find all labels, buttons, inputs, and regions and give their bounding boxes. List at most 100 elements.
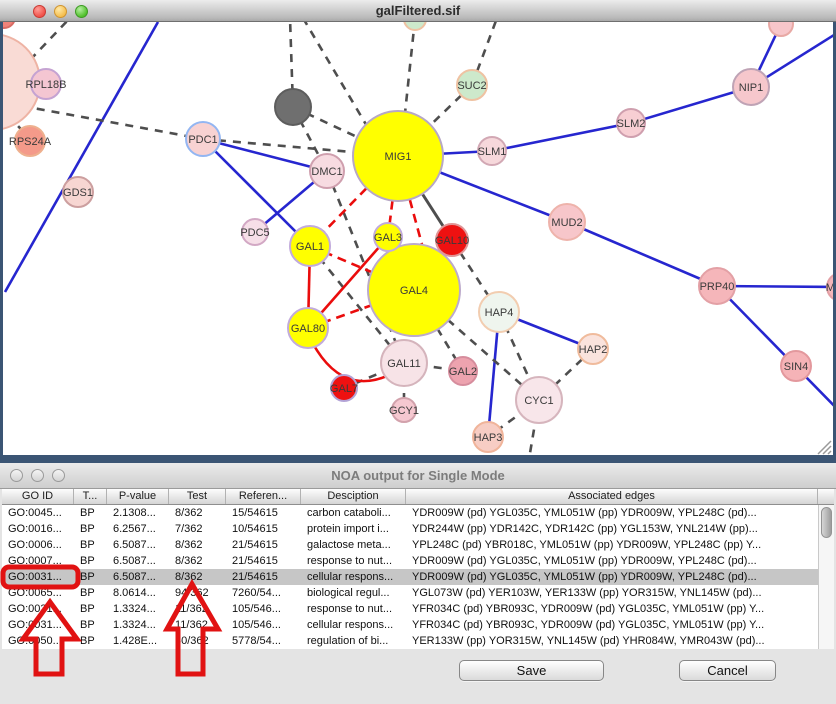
node-label-mud2: MUD2 (551, 217, 582, 229)
table-row[interactable]: GO:0031...BP1.3324...11/362105/546...cel… (2, 617, 834, 633)
table-cell: GO:0007... (2, 553, 74, 569)
noa-window-title: NOA output for Single Mode (0, 463, 836, 489)
table-cell: 6.5087... (107, 569, 169, 585)
table-cell: 1.3324... (107, 601, 169, 617)
node-label-pdc1: PDC1 (188, 134, 217, 146)
column-header-t-[interactable]: T... (74, 489, 107, 504)
column-header-desciption[interactable]: Desciption (301, 489, 406, 504)
table-row[interactable]: GO:0006...BP6.5087...8/36221/54615galact… (2, 537, 834, 553)
table-cell: YDR009W (pd) YGL035C, YML051W (pp) YDR00… (406, 569, 818, 585)
table-cell: GO:0031... (2, 617, 74, 633)
table-cell: 11/362 (169, 617, 226, 633)
table-cell: YDR009W (pd) YGL035C, YML051W (pp) YDR00… (406, 505, 818, 521)
table-cell: YGL073W (pd) YER103W, YER133W (pp) YOR31… (406, 585, 818, 601)
node-label-gal1: GAL1 (296, 241, 324, 253)
node-label-hap2: HAP2 (579, 344, 608, 356)
table-cell: 8.0614... (107, 585, 169, 601)
table-cell: 5778/54... (226, 633, 301, 649)
table-cell: 80/362 (169, 633, 226, 649)
table-cell: 8/362 (169, 569, 226, 585)
table-cell: BP (74, 633, 107, 649)
node-dark-node[interactable] (275, 89, 311, 125)
table-cell: cellular respons... (301, 617, 406, 633)
network-titlebar: galFiltered.sif (0, 0, 836, 22)
node-label-gal7: GAL7 (330, 383, 358, 395)
table-row[interactable]: GO:0045...BP2.1308...8/36215/54615carbon… (2, 505, 834, 521)
table-cell: 6.5087... (107, 553, 169, 569)
noa-window: NOA output for Single Mode GO IDT...P-va… (0, 463, 836, 704)
table-cell: 8/362 (169, 553, 226, 569)
node-label-rps24a: RPS24A (9, 136, 52, 148)
table-cell: biological regul... (301, 585, 406, 601)
table-cell: response to nut... (301, 553, 406, 569)
scrollbar-thumb[interactable] (821, 507, 832, 538)
node-label-cyc1: CYC1 (524, 395, 553, 407)
network-window: galFiltered.sif RPL18BRPS24AGDS1PDC1DMC1… (0, 0, 836, 457)
column-header-go-id[interactable]: GO ID (2, 489, 74, 504)
table-cell: 21/54615 (226, 569, 301, 585)
node-label-prp40: PRP40 (700, 281, 735, 293)
node-pink-top[interactable] (769, 22, 793, 36)
table-row[interactable]: GO:0050...BP1.428E...80/3625778/54...reg… (2, 633, 834, 649)
table-cell: YDR244W (pp) YDR142C, YDR142C (pp) YGL15… (406, 521, 818, 537)
table-header-row: GO IDT...P-valueTestReferen...Desciption… (2, 489, 834, 505)
table-row[interactable]: GO:0031...BP1.3324...11/362105/546...res… (2, 601, 834, 617)
table-cell: BP (74, 553, 107, 569)
table-cell: YPL248C (pd) YBR018C, YML051W (pp) YDR00… (406, 537, 818, 553)
table-cell: response to nut... (301, 601, 406, 617)
network-window-title: galFiltered.sif (0, 0, 836, 22)
table-cell: cellular respons... (301, 569, 406, 585)
table-cell: BP (74, 617, 107, 633)
node-label-gal11: GAL11 (387, 358, 420, 370)
node-label-suc2: SUC2 (457, 80, 486, 92)
table-cell: BP (74, 537, 107, 553)
table-cell: GO:0065... (2, 585, 74, 601)
node-label-gal80: GAL80 (291, 323, 325, 335)
node-label-hap4: HAP4 (485, 307, 514, 319)
table-cell: galactose meta... (301, 537, 406, 553)
desktop: galFiltered.sif RPL18BRPS24AGDS1PDC1DMC1… (0, 0, 836, 704)
table-cell: 1.3324... (107, 617, 169, 633)
cancel-button[interactable]: Cancel (679, 660, 776, 681)
column-header-referen-[interactable]: Referen... (226, 489, 301, 504)
table-cell: YFR034C (pd) YBR093C, YDR009W (pd) YGL03… (406, 601, 818, 617)
table-cell: 8/362 (169, 505, 226, 521)
table-cell: 11/362 (169, 601, 226, 617)
node-label-hap3: HAP3 (474, 432, 503, 444)
table-cell: BP (74, 505, 107, 521)
table-cell: 10/54615 (226, 521, 301, 537)
node-label-slm2: SLM2 (617, 118, 646, 130)
table-cell: 6.5087... (107, 537, 169, 553)
node-label-msn5: MSN5 (826, 282, 836, 294)
node-label-nip1: NIP1 (739, 82, 763, 94)
table-row[interactable]: GO:0007...BP6.5087...8/36221/54615respon… (2, 553, 834, 569)
noa-results-table: GO IDT...P-valueTestReferen...Desciption… (2, 489, 834, 650)
table-cell: BP (74, 601, 107, 617)
node-label-gds1: GDS1 (63, 187, 93, 199)
table-cell: GO:0045... (2, 505, 74, 521)
table-row[interactable]: GO:0031...BP6.5087...8/36221/54615cellul… (2, 569, 834, 585)
table-cell: YER133W (pp) YOR315W, YNL145W (pd) YHR08… (406, 633, 818, 649)
save-button[interactable]: Save (459, 660, 604, 681)
table-row[interactable]: GO:0065...BP8.0614...94/3627260/54...bio… (2, 585, 834, 601)
table-cell: 7260/54... (226, 585, 301, 601)
node-label-pdc5: PDC5 (240, 227, 269, 239)
column-header-associated-edges[interactable]: Associated edges (406, 489, 818, 504)
noa-footer: Save Cancel (0, 649, 836, 704)
column-header-p-value[interactable]: P-value (107, 489, 169, 504)
table-row[interactable]: GO:0016...BP6.2567...7/36210/54615protei… (2, 521, 834, 537)
vertical-scrollbar[interactable] (818, 505, 834, 649)
table-cell: 7/362 (169, 521, 226, 537)
table-cell: GO:0031... (2, 569, 74, 585)
network-canvas[interactable]: RPL18BRPS24AGDS1PDC1DMC1MIG1SUC2SLM1SLM2… (0, 22, 836, 457)
table-cell: 2.1308... (107, 505, 169, 521)
table-cell: 15/54615 (226, 505, 301, 521)
node-label-gal3: GAL3 (374, 232, 402, 244)
table-cell: BP (74, 569, 107, 585)
table-cell: protein import i... (301, 521, 406, 537)
table-cell: BP (74, 521, 107, 537)
node-label-dmc1: DMC1 (311, 166, 342, 178)
column-header-test[interactable]: Test (169, 489, 226, 504)
table-cell: 94/362 (169, 585, 226, 601)
node-label-gal4: GAL4 (400, 285, 428, 297)
